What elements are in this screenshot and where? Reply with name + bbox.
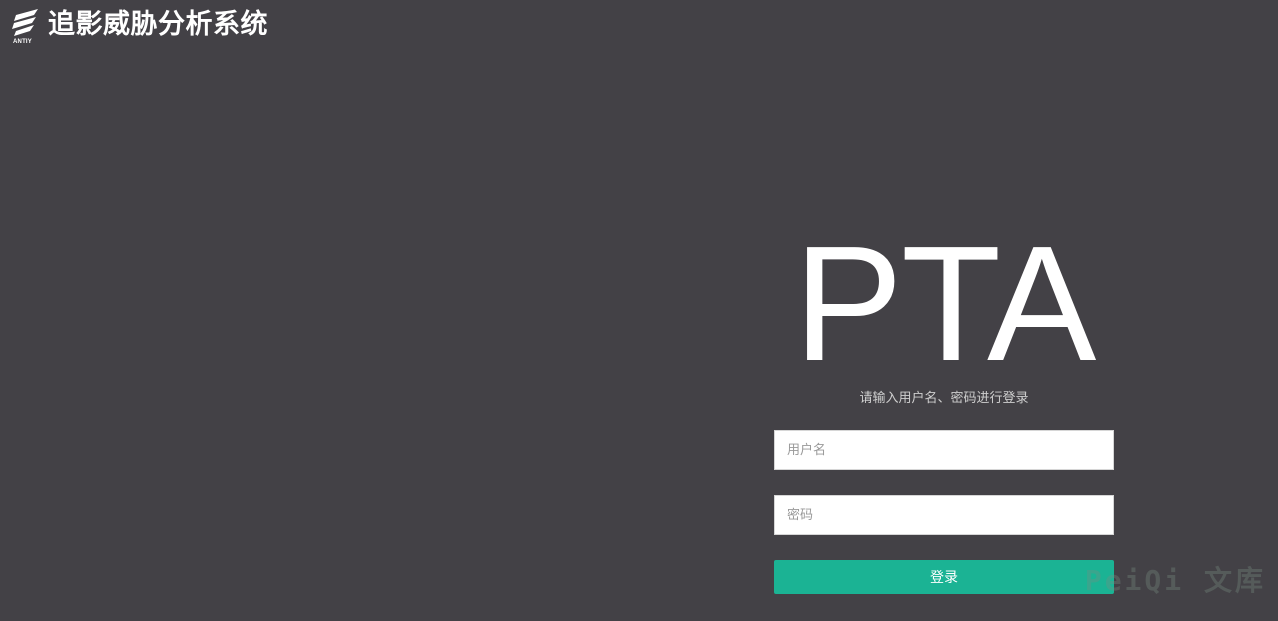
logo-text: ANTIY (13, 39, 32, 45)
watermark: PeiQi 文库 (1084, 564, 1266, 597)
header: ANTIY 追影威胁分析系统 (12, 6, 268, 48)
login-page: ANTIY 追影威胁分析系统 PTA 请输入用户名、密码进行登录 登录 PeiQ… (0, 0, 1278, 621)
login-subtitle: 请输入用户名、密码进行登录 (859, 391, 1029, 406)
username-input[interactable] (774, 430, 1114, 470)
password-input[interactable] (774, 495, 1114, 535)
app-title: 追影威胁分析系统 (48, 8, 268, 40)
login-button[interactable]: 登录 (774, 560, 1114, 594)
brand-logo-text: PTA (793, 212, 1097, 395)
antiy-logo-icon: ANTIY (12, 9, 40, 45)
